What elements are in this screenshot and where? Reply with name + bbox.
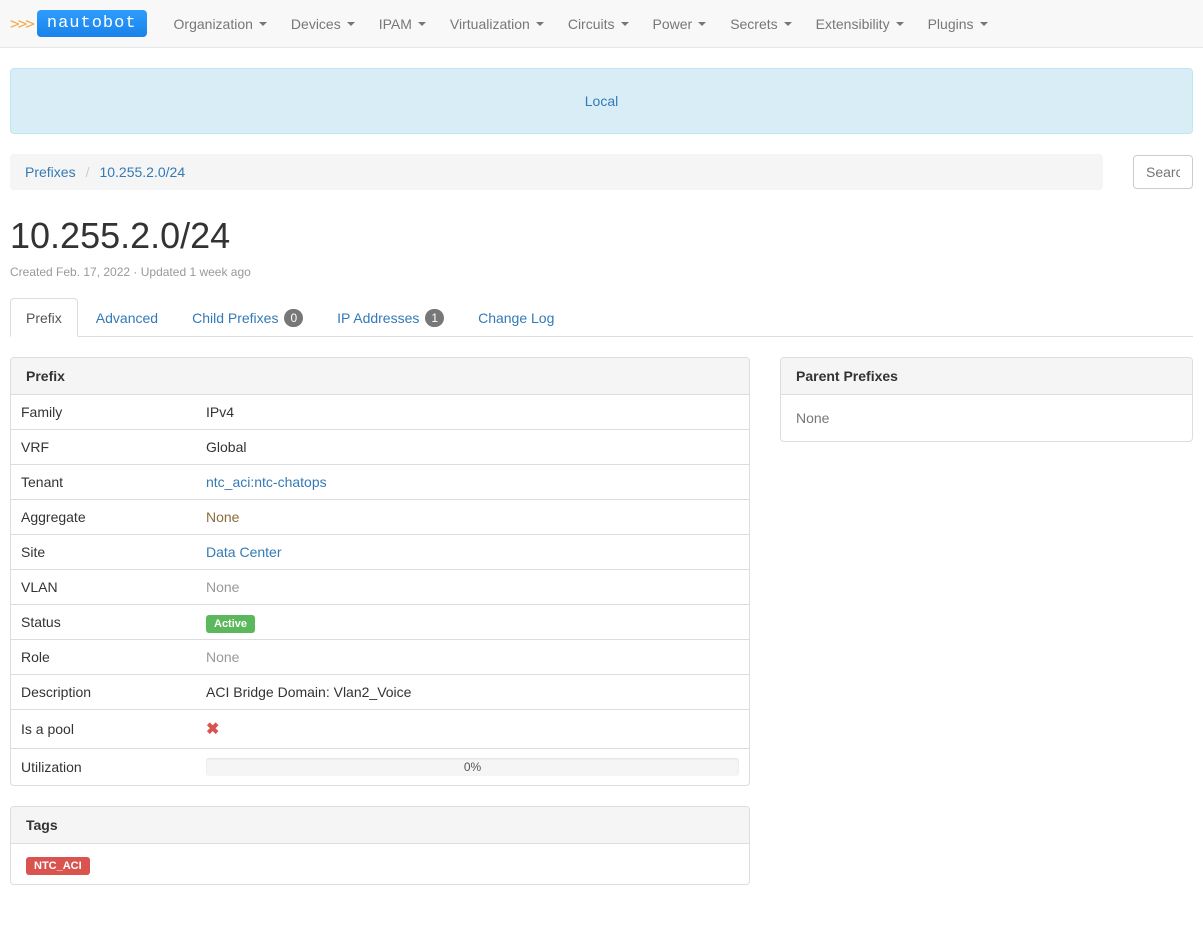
value-description: ACI Bridge Domain: Vlan2_Voice bbox=[196, 675, 749, 710]
breadcrumb: Prefixes / 10.255.2.0/24 bbox=[10, 154, 1103, 190]
row-tenant: Tenant ntc_aci:ntc-chatops bbox=[11, 465, 749, 500]
nav-extensibility[interactable]: Extensibility bbox=[804, 2, 916, 46]
nav-virtualization[interactable]: Virtualization bbox=[438, 2, 556, 46]
row-site: Site Data Center bbox=[11, 535, 749, 570]
parent-prefixes-heading: Parent Prefixes bbox=[781, 358, 1192, 395]
caret-icon bbox=[980, 22, 988, 26]
label-utilization: Utilization bbox=[11, 749, 196, 786]
tags-panel-heading: Tags bbox=[11, 807, 749, 844]
nav-label: Extensibility bbox=[816, 16, 890, 32]
caret-icon bbox=[259, 22, 267, 26]
value-tenant-link[interactable]: ntc_aci:ntc-chatops bbox=[206, 474, 327, 490]
row-utilization: Utilization 0% bbox=[11, 749, 749, 786]
caret-icon bbox=[896, 22, 904, 26]
label-description: Description bbox=[11, 675, 196, 710]
tab-child-prefixes[interactable]: Child Prefixes 0 bbox=[176, 298, 319, 337]
value-vrf: Global bbox=[196, 430, 749, 465]
row-is-pool: Is a pool ✖ bbox=[11, 710, 749, 749]
breadcrumb-root[interactable]: Prefixes bbox=[25, 164, 76, 180]
nav-label: Organization bbox=[174, 16, 253, 32]
top-navbar: >>> nautobot Organization Devices IPAM V… bbox=[0, 0, 1203, 48]
nav-power[interactable]: Power bbox=[641, 2, 719, 46]
page-title: 10.255.2.0/24 bbox=[10, 215, 1193, 257]
tab-label: Change Log bbox=[478, 310, 554, 326]
label-role: Role bbox=[11, 640, 196, 675]
row-vrf: VRF Global bbox=[11, 430, 749, 465]
nav-label: Virtualization bbox=[450, 16, 530, 32]
brand-text: nautobot bbox=[37, 10, 147, 37]
label-vrf: VRF bbox=[11, 430, 196, 465]
nav-label: Circuits bbox=[568, 16, 615, 32]
page-meta: Created Feb. 17, 2022 · Updated 1 week a… bbox=[10, 265, 1193, 279]
label-aggregate: Aggregate bbox=[11, 500, 196, 535]
tab-label: Child Prefixes bbox=[192, 310, 278, 326]
nav-label: Power bbox=[653, 16, 693, 32]
row-status: Status Active bbox=[11, 605, 749, 640]
caret-icon bbox=[536, 22, 544, 26]
tab-ip-addresses[interactable]: IP Addresses 1 bbox=[321, 298, 460, 337]
label-is-pool: Is a pool bbox=[11, 710, 196, 749]
value-aggregate: None bbox=[206, 509, 239, 525]
label-tenant: Tenant bbox=[11, 465, 196, 500]
search-input[interactable] bbox=[1133, 155, 1193, 189]
nav-label: Devices bbox=[291, 16, 341, 32]
label-vlan: VLAN bbox=[11, 570, 196, 605]
caret-icon bbox=[621, 22, 629, 26]
caret-icon bbox=[784, 22, 792, 26]
nav-label: Plugins bbox=[928, 16, 974, 32]
brand-logo[interactable]: >>> nautobot bbox=[10, 10, 147, 37]
utilization-value: 0% bbox=[206, 758, 739, 776]
prefix-panel-heading: Prefix bbox=[11, 358, 749, 395]
nav-devices[interactable]: Devices bbox=[279, 2, 367, 46]
nav-organization[interactable]: Organization bbox=[162, 2, 279, 46]
caret-icon bbox=[698, 22, 706, 26]
caret-icon bbox=[347, 22, 355, 26]
parent-prefixes-body: None bbox=[781, 395, 1192, 441]
label-site: Site bbox=[11, 535, 196, 570]
tab-advanced[interactable]: Advanced bbox=[80, 298, 174, 337]
tab-label: Advanced bbox=[96, 310, 158, 326]
nav-label: IPAM bbox=[379, 16, 412, 32]
breadcrumb-separator: / bbox=[86, 164, 90, 180]
x-icon: ✖ bbox=[206, 721, 219, 738]
label-family: Family bbox=[11, 395, 196, 430]
nav-label: Secrets bbox=[730, 16, 777, 32]
region-banner: Local bbox=[10, 68, 1193, 134]
tab-label: Prefix bbox=[26, 310, 62, 326]
ip-addresses-count-badge: 1 bbox=[425, 309, 444, 327]
value-family: IPv4 bbox=[196, 395, 749, 430]
chevrons-icon: >>> bbox=[10, 14, 33, 33]
nav-ipam[interactable]: IPAM bbox=[367, 2, 438, 46]
row-aggregate: Aggregate None bbox=[11, 500, 749, 535]
child-prefixes-count-badge: 0 bbox=[284, 309, 303, 327]
value-vlan: None bbox=[206, 579, 239, 595]
row-vlan: VLAN None bbox=[11, 570, 749, 605]
status-badge: Active bbox=[206, 615, 255, 633]
row-role: Role None bbox=[11, 640, 749, 675]
nav-plugins[interactable]: Plugins bbox=[916, 2, 1000, 46]
tab-label: IP Addresses bbox=[337, 310, 419, 326]
value-site-link[interactable]: Data Center bbox=[206, 544, 281, 560]
prefix-panel: Prefix Family IPv4 VRF Global Tenant ntc… bbox=[10, 357, 750, 786]
label-status: Status bbox=[11, 605, 196, 640]
caret-icon bbox=[418, 22, 426, 26]
breadcrumb-current[interactable]: 10.255.2.0/24 bbox=[99, 164, 185, 180]
parent-prefixes-panel: Parent Prefixes None bbox=[780, 357, 1193, 442]
tab-change-log[interactable]: Change Log bbox=[462, 298, 570, 337]
banner-link[interactable]: Local bbox=[585, 93, 618, 109]
value-role: None bbox=[206, 649, 239, 665]
tags-panel: Tags NTC_ACI bbox=[10, 806, 750, 885]
row-family: Family IPv4 bbox=[11, 395, 749, 430]
utilization-bar: 0% bbox=[206, 758, 739, 776]
nav-secrets[interactable]: Secrets bbox=[718, 2, 803, 46]
tab-prefix[interactable]: Prefix bbox=[10, 298, 78, 337]
prefix-table: Family IPv4 VRF Global Tenant ntc_aci:nt… bbox=[11, 395, 749, 785]
row-description: Description ACI Bridge Domain: Vlan2_Voi… bbox=[11, 675, 749, 710]
tag-item[interactable]: NTC_ACI bbox=[26, 857, 90, 875]
tab-bar: Prefix Advanced Child Prefixes 0 IP Addr… bbox=[10, 297, 1193, 337]
nav-circuits[interactable]: Circuits bbox=[556, 2, 641, 46]
